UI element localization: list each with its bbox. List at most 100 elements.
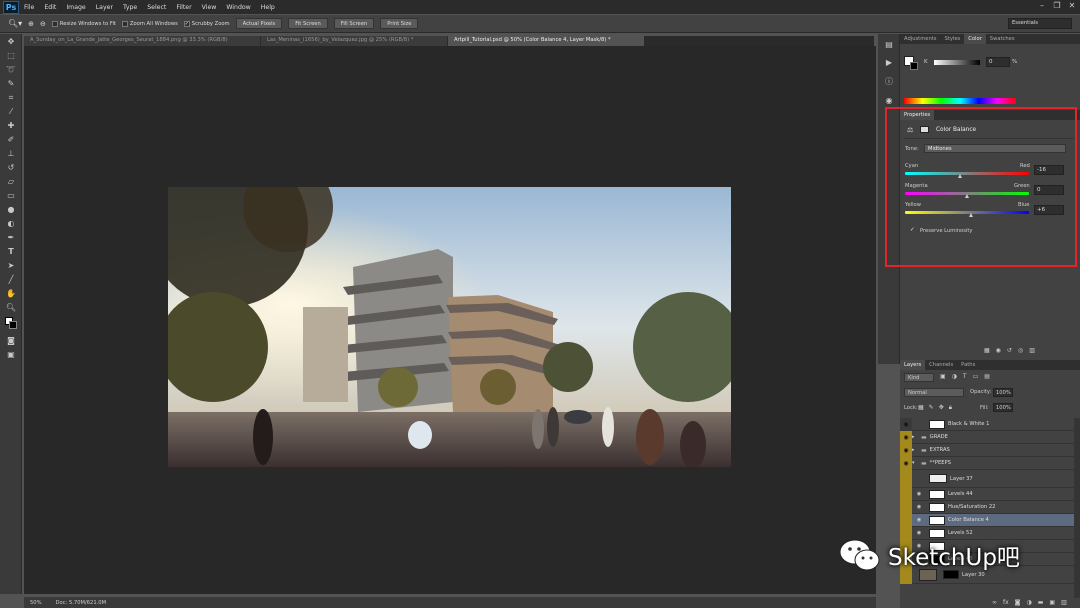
print-size-button[interactable]: Print Size bbox=[380, 18, 419, 29]
menu-filter[interactable]: Filter bbox=[171, 4, 196, 11]
menu-select[interactable]: Select bbox=[142, 4, 171, 11]
tab-artpill-tutorial[interactable]: Artpill_Tutorial.psd @ 50% (Color Balanc… bbox=[448, 36, 644, 46]
eye-icon[interactable]: ◉ bbox=[900, 430, 912, 444]
fit-screen-button[interactable]: Fit Screen bbox=[288, 18, 328, 29]
eye-icon[interactable]: ◉ bbox=[900, 456, 912, 470]
blend-mode-select[interactable]: Normal bbox=[904, 388, 964, 397]
zoom-tool-icon[interactable]: 🔍︎▾ bbox=[8, 19, 22, 28]
screen-mode-icon[interactable]: ▣ bbox=[3, 348, 19, 361]
eye-icon[interactable]: ◉ bbox=[900, 417, 912, 431]
tab-swatches[interactable]: Swatches bbox=[986, 34, 1019, 44]
dodge-tool-icon[interactable]: ◐ bbox=[3, 217, 19, 230]
layer-row[interactable]: ◉ ▸ ▬ EXTRAS bbox=[900, 443, 1074, 457]
eyedropper-tool-icon[interactable]: ⁄ bbox=[3, 105, 19, 118]
menu-window[interactable]: Window bbox=[221, 4, 255, 11]
close-icon[interactable]: ✕ bbox=[1067, 1, 1077, 11]
new-group-icon[interactable]: ▬ bbox=[1038, 599, 1044, 606]
tab-seurat[interactable]: A_Sunday_on_La_Grande_Jatte_Georges_Seur… bbox=[24, 36, 260, 46]
eye-icon[interactable] bbox=[900, 500, 912, 514]
lock-pixels-icon[interactable]: ▦ bbox=[918, 404, 924, 412]
visibility-icon[interactable]: ◎ bbox=[1018, 347, 1023, 354]
workspace-select[interactable]: Essentials bbox=[1008, 18, 1072, 29]
menu-view[interactable]: View bbox=[197, 4, 222, 11]
hand-tool-icon[interactable]: ✋ bbox=[3, 287, 19, 300]
view-previous-icon[interactable]: ◉ bbox=[996, 347, 1001, 354]
blur-tool-icon[interactable]: ● bbox=[3, 203, 19, 216]
tab-adjustments[interactable]: Adjustments bbox=[900, 34, 941, 44]
shape-filter-icon[interactable]: ▭ bbox=[973, 373, 979, 380]
lock-image-icon[interactable]: ✎ bbox=[929, 404, 934, 412]
eye-icon[interactable] bbox=[900, 469, 912, 488]
smart-filter-icon[interactable]: ▤ bbox=[984, 373, 990, 380]
reset-icon[interactable]: ↺ bbox=[1007, 347, 1012, 354]
quick-mask-icon[interactable]: ◙ bbox=[3, 334, 19, 347]
menu-edit[interactable]: Edit bbox=[39, 4, 61, 11]
doc-size[interactable]: Doc: 5.70M/621.0M bbox=[56, 600, 107, 606]
zoom-level[interactable]: 50% bbox=[30, 600, 42, 606]
background-color-swatch[interactable] bbox=[910, 62, 918, 70]
zoom-tool-icon[interactable]: 🔍︎ bbox=[3, 301, 19, 314]
eraser-tool-icon[interactable]: ▱ bbox=[3, 175, 19, 188]
brush-tool-icon[interactable]: ✐ bbox=[3, 133, 19, 146]
menu-file[interactable]: File bbox=[19, 4, 39, 11]
type-tool-icon[interactable]: T bbox=[3, 245, 19, 258]
link-layers-icon[interactable]: ∞ bbox=[992, 599, 997, 606]
tab-styles[interactable]: Styles bbox=[941, 34, 965, 44]
layer-row[interactable]: ◉ ▾ ▬ **PEEPS bbox=[900, 456, 1074, 470]
delete-layer-icon[interactable]: ▥ bbox=[1061, 599, 1067, 606]
shape-tool-icon[interactable]: ╱ bbox=[3, 273, 19, 286]
tab-paths[interactable]: Paths bbox=[957, 360, 979, 370]
scrubby-zoom-checkbox[interactable]: ✓ Scrubby Zoom bbox=[183, 20, 230, 27]
layer-row[interactable]: ◉ Levels 44 bbox=[900, 487, 1074, 501]
fx-icon[interactable]: fx bbox=[1003, 599, 1009, 606]
layers-scrollbar[interactable] bbox=[1074, 418, 1080, 598]
layer-row[interactable]: Layer 37 bbox=[900, 469, 1074, 488]
tab-layers[interactable]: Layers bbox=[900, 360, 926, 370]
k-value-field[interactable]: 0 bbox=[986, 57, 1010, 67]
clip-to-layer-icon[interactable]: ▦ bbox=[984, 347, 990, 354]
tab-meninas[interactable]: Las_Meninas_(1656)_by_Velazquez.jpg @ 25… bbox=[261, 36, 447, 46]
resize-windows-checkbox[interactable]: Resize Windows to Fit bbox=[51, 20, 116, 27]
kind-filter-select[interactable]: Kind bbox=[904, 373, 934, 382]
healing-tool-icon[interactable]: ✚ bbox=[3, 119, 19, 132]
tab-color[interactable]: Color bbox=[964, 34, 986, 44]
path-select-tool-icon[interactable]: ➤ bbox=[3, 259, 19, 272]
eye-icon[interactable] bbox=[900, 513, 912, 527]
eye-icon[interactable] bbox=[900, 487, 912, 501]
new-adjustment-icon[interactable]: ◑ bbox=[1027, 599, 1032, 606]
history-icon[interactable]: ▤ bbox=[882, 40, 896, 52]
new-layer-icon[interactable]: ▣ bbox=[1049, 599, 1055, 606]
tab-channels[interactable]: Channels bbox=[925, 360, 957, 370]
menu-type[interactable]: Type bbox=[118, 4, 142, 11]
actual-pixels-button[interactable]: Actual Pixels bbox=[235, 18, 283, 29]
fill-field[interactable]: 100% bbox=[993, 403, 1013, 412]
gradient-tool-icon[interactable]: ▭ bbox=[3, 189, 19, 202]
lock-all-icon[interactable]: 🔒︎ bbox=[949, 404, 952, 412]
stamp-tool-icon[interactable]: ⊥ bbox=[3, 147, 19, 160]
document-image[interactable] bbox=[168, 187, 731, 467]
marquee-tool-icon[interactable]: ⬚ bbox=[3, 49, 19, 62]
crop-tool-icon[interactable]: ⌗ bbox=[3, 91, 19, 104]
pixel-filter-icon[interactable]: ▣ bbox=[940, 373, 946, 380]
history-brush-icon[interactable]: ↺ bbox=[3, 161, 19, 174]
opacity-field[interactable]: 100% bbox=[993, 388, 1013, 397]
lock-position-icon[interactable]: ✥ bbox=[939, 404, 944, 412]
menu-help[interactable]: Help bbox=[256, 4, 280, 11]
layer-row[interactable]: ◉ Black & White 1 bbox=[900, 417, 1074, 431]
zoom-all-checkbox[interactable]: Zoom All Windows bbox=[121, 20, 178, 27]
play-actions-icon[interactable]: ▶ bbox=[882, 58, 896, 70]
trash-icon[interactable]: ▥ bbox=[1029, 347, 1035, 354]
menu-layer[interactable]: Layer bbox=[91, 4, 118, 11]
type-filter-icon[interactable]: T bbox=[963, 373, 967, 380]
restore-icon[interactable]: ❐ bbox=[1052, 1, 1062, 11]
pen-tool-icon[interactable]: ✒ bbox=[3, 231, 19, 244]
layer-row-selected[interactable]: ◉ Color Balance 4 bbox=[900, 513, 1074, 527]
layer-row[interactable]: ◉ Hue/Saturation 22 bbox=[900, 500, 1074, 514]
quick-select-tool-icon[interactable]: ✎ bbox=[3, 77, 19, 90]
lasso-tool-icon[interactable]: ➰ bbox=[3, 63, 19, 76]
fill-screen-button[interactable]: Fill Screen bbox=[333, 18, 375, 29]
adjustment-filter-icon[interactable]: ◑ bbox=[952, 373, 957, 380]
layer-row[interactable]: ◉ ▸ ▬ GRADE bbox=[900, 430, 1074, 444]
zoom-out-icon[interactable]: ⊖ bbox=[40, 20, 46, 28]
info-icon[interactable]: ⓘ bbox=[882, 76, 896, 88]
